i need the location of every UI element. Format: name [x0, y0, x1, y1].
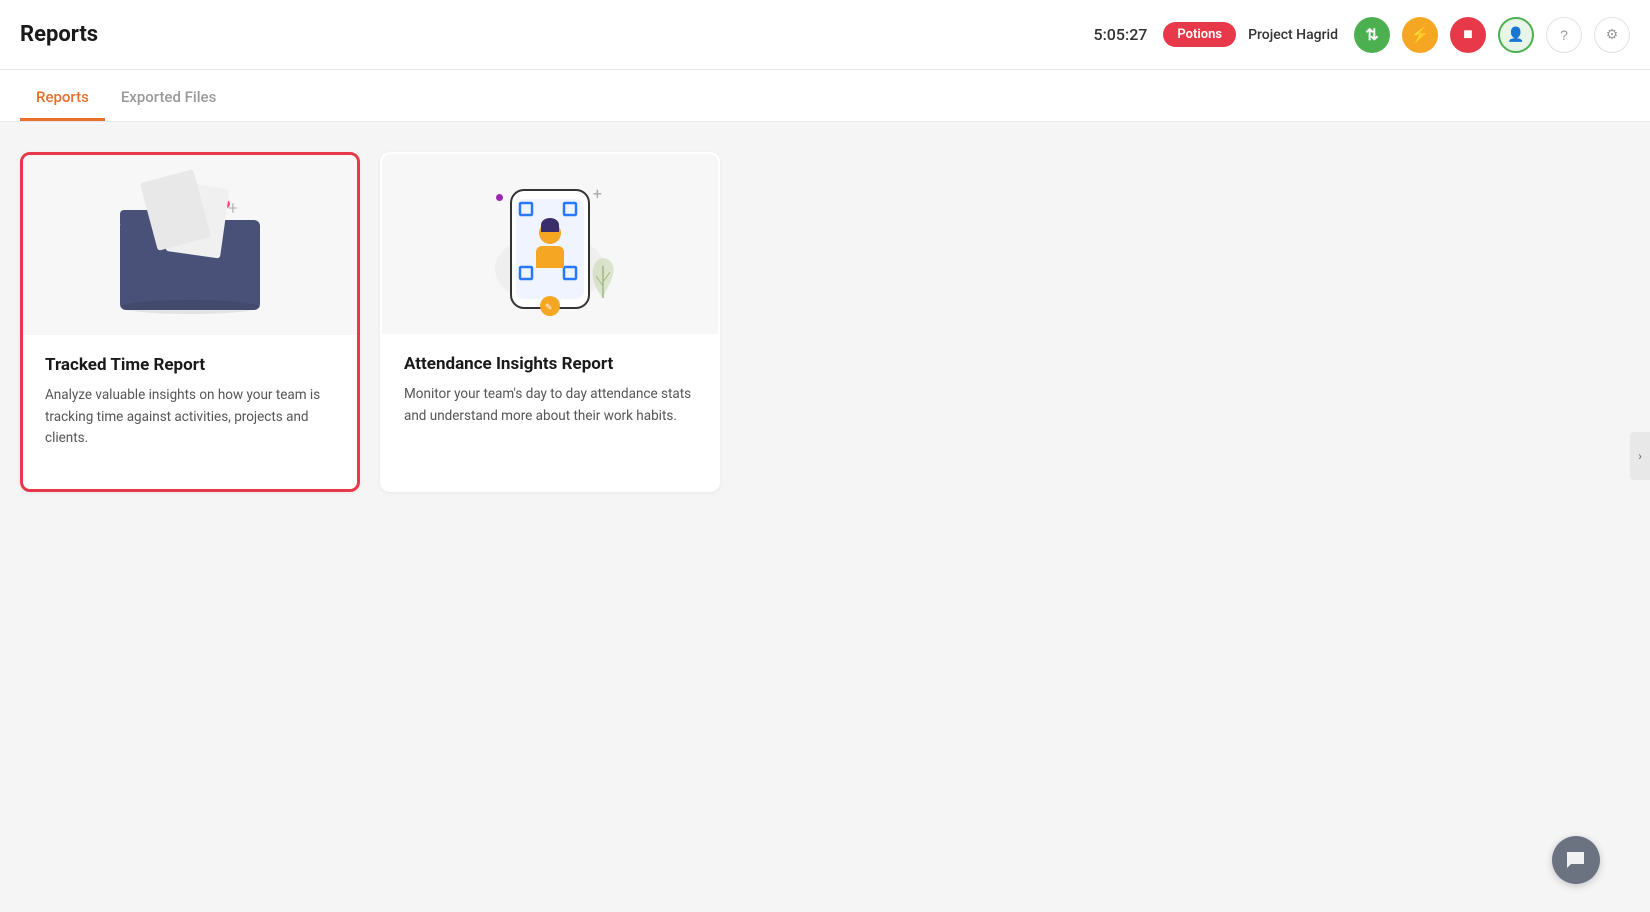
tracked-time-illustration: +	[23, 155, 357, 335]
person-hair	[541, 218, 559, 232]
attendance-title: Attendance Insights Report	[404, 354, 696, 374]
person-body	[536, 246, 564, 268]
swap-icon-button[interactable]: ⇅	[1354, 17, 1390, 53]
leaf-icon	[588, 254, 618, 299]
header-time: 5:05:27	[1093, 25, 1147, 44]
expand-arrow[interactable]: ›	[1630, 432, 1650, 480]
dot-purple	[496, 194, 503, 201]
phone-screen	[516, 199, 584, 299]
tracked-time-card-body: Tracked Time Report Analyze valuable ins…	[23, 335, 357, 474]
tracked-time-report-card[interactable]: + Tracked Time Report Analyze valuable i…	[20, 152, 360, 492]
person-icon-button[interactable]: 👤	[1498, 17, 1534, 53]
project-name: Project Hagrid	[1248, 27, 1338, 43]
svg-text:✎: ✎	[545, 303, 553, 312]
chat-button[interactable]	[1552, 836, 1600, 884]
phone-illustration: +	[470, 174, 630, 314]
settings-icon-button[interactable]: ⚙	[1594, 17, 1630, 53]
attendance-card-body: Attendance Insights Report Monitor your …	[382, 334, 718, 451]
tabs-bar: Reports Exported Files	[0, 70, 1650, 122]
page-title: Reports	[20, 22, 98, 47]
help-icon-button[interactable]: ?	[1546, 17, 1582, 53]
attendance-desc: Monitor your team's day to day attendanc…	[404, 384, 696, 427]
phone-body	[510, 189, 590, 309]
stop-icon-button[interactable]: ■	[1450, 17, 1486, 53]
phone-badge: ✎	[540, 296, 560, 316]
tab-exported-files[interactable]: Exported Files	[105, 74, 233, 121]
chat-icon	[1564, 848, 1588, 872]
attendance-report-card[interactable]: +	[380, 152, 720, 492]
person-head	[539, 222, 561, 244]
tab-reports[interactable]: Reports	[20, 74, 105, 121]
header-right: 5:05:27 Potions Project Hagrid ⇅ ⚡ ■ 👤 ?…	[1093, 17, 1630, 53]
tracked-time-title: Tracked Time Report	[45, 355, 335, 375]
lightning-icon-button[interactable]: ⚡	[1402, 17, 1438, 53]
phone-plus-icon: +	[593, 184, 602, 203]
folder-illustration: +	[110, 180, 270, 310]
shadow-ellipse	[120, 300, 260, 314]
main-content: + Tracked Time Report Analyze valuable i…	[0, 122, 1650, 912]
person-avatar	[531, 222, 569, 277]
header: Reports 5:05:27 Potions Project Hagrid ⇅…	[0, 0, 1650, 70]
potions-badge[interactable]: Potions	[1163, 22, 1236, 47]
tracked-time-desc: Analyze valuable insights on how your te…	[45, 385, 335, 450]
plus-icon: +	[228, 198, 238, 219]
attendance-illustration: +	[382, 154, 718, 334]
